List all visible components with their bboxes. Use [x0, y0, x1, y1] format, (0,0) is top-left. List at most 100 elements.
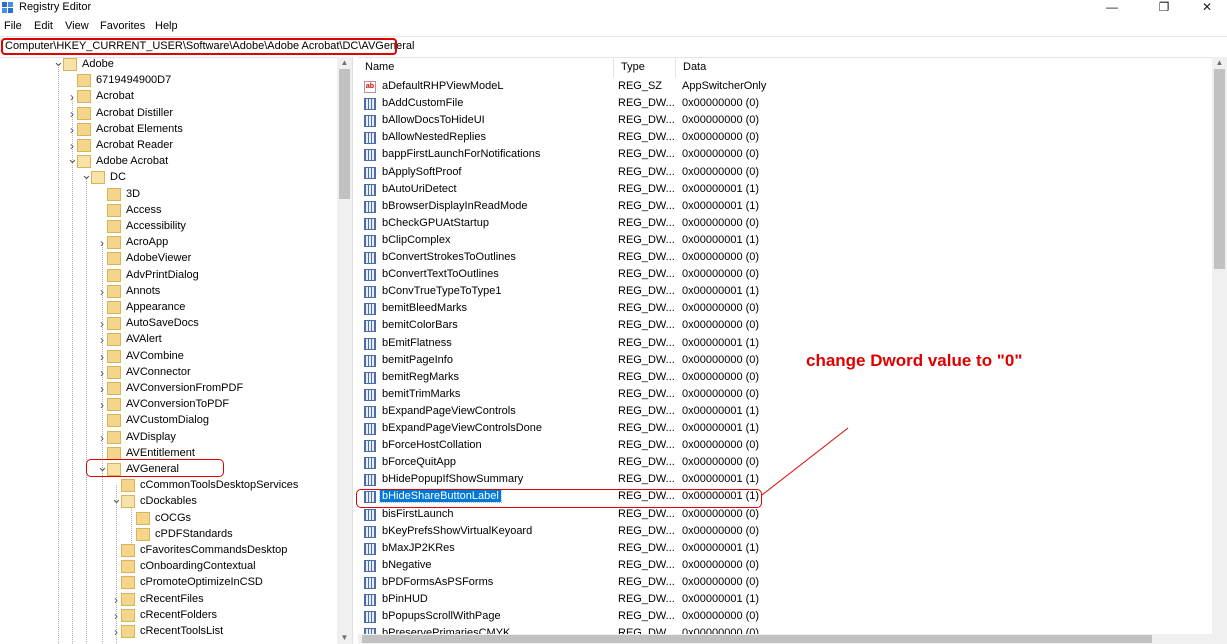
- tree-item[interactable]: › AVCombine: [0, 349, 337, 365]
- value-row[interactable]: bemitBleedMarks REG_DW... 0x00000000 (0): [358, 301, 1212, 318]
- column-header-data[interactable]: Data: [676, 57, 1212, 78]
- chevron-down-icon[interactable]: ⌄: [53, 57, 64, 71]
- tree-item[interactable]: Accessibility: [0, 219, 337, 235]
- tree-item[interactable]: AdvPrintDialog: [0, 268, 337, 284]
- column-header-type[interactable]: Type: [614, 57, 676, 78]
- menu-view[interactable]: View: [65, 20, 89, 32]
- tree-item[interactable]: AdobeViewer: [0, 251, 337, 267]
- tree-item[interactable]: AVCustomDialog: [0, 413, 337, 429]
- tree-item[interactable]: › cRecentToolsList: [0, 624, 337, 640]
- key-tree[interactable]: ⌄ Adobe 6719494900D7 › Acrobat › Acrobat Disti…: [0, 57, 352, 644]
- value-row[interactable]: bappFirstLaunchForNotifications REG_DW...…: [358, 147, 1212, 164]
- value-row[interactable]: bMaxJP2KRes REG_DW... 0x00000001 (1): [358, 541, 1212, 558]
- chevron-right-icon[interactable]: ›: [67, 108, 77, 120]
- value-row[interactable]: bConvertStrokesToOutlines REG_DW... 0x0000…: [358, 250, 1212, 267]
- tree-item[interactable]: ⌄ cDockables: [0, 492, 337, 510]
- value-row[interactable]: bAllowDocsToHideUI REG_DW... 0x00000000 (0…: [358, 113, 1212, 130]
- tree-item[interactable]: › Acrobat Reader: [0, 138, 337, 154]
- chevron-right-icon[interactable]: ›: [97, 351, 107, 363]
- menu-file[interactable]: File: [4, 20, 22, 32]
- values-scroll-thumb[interactable]: [1214, 69, 1225, 269]
- tree-item[interactable]: › Acrobat Elements: [0, 122, 337, 138]
- value-row[interactable]: bemitRegMarks REG_DW... 0x00000000 (0): [358, 370, 1212, 387]
- tree-item[interactable]: › AVConversionToPDF: [0, 397, 337, 413]
- tree-item[interactable]: › AVConnector: [0, 365, 337, 381]
- chevron-down-icon[interactable]: ⌄: [67, 152, 78, 168]
- tree-item[interactable]: cFavoritesCommandsDesktop: [0, 543, 337, 559]
- chevron-right-icon[interactable]: ›: [97, 286, 107, 298]
- value-row[interactable]: ab aDefaultRHPViewModeL REG_SZ AppSwitcherO…: [358, 79, 1212, 96]
- value-row[interactable]: bApplySoftProof REG_DW... 0x00000000 (0): [358, 165, 1212, 182]
- tree-item[interactable]: Access: [0, 203, 337, 219]
- chevron-right-icon[interactable]: ›: [111, 594, 121, 606]
- value-row[interactable]: bemitTrimMarks REG_DW... 0x00000000 (0): [358, 387, 1212, 404]
- value-row[interactable]: bemitPageInfo REG_DW... 0x00000000 (0): [358, 353, 1212, 370]
- tree-item[interactable]: › AcroApp: [0, 235, 337, 251]
- value-row[interactable]: bClipComplex REG_DW... 0x00000001 (1): [358, 233, 1212, 250]
- tree-scrollbar[interactable]: ▲ ▼: [337, 57, 352, 644]
- chevron-right-icon[interactable]: ›: [97, 399, 107, 411]
- tree-item[interactable]: ⌄ Adobe: [0, 57, 337, 73]
- value-row[interactable]: bAutoUriDetect REG_DW... 0x00000001 (1): [358, 182, 1212, 199]
- value-row[interactable]: bConvTrueTypeToType1 REG_DW... 0x00000001 …: [358, 284, 1212, 301]
- menu-edit[interactable]: Edit: [34, 20, 53, 32]
- values-scrollbar[interactable]: ▲: [1212, 57, 1227, 644]
- menu-help[interactable]: Help: [155, 20, 178, 32]
- chevron-right-icon[interactable]: ›: [97, 367, 107, 379]
- horizontal-scrollbar[interactable]: [358, 634, 1212, 644]
- tree-item[interactable]: › Acrobat: [0, 89, 337, 105]
- value-row[interactable]: bExpandPageViewControls REG_DW... 0x000000…: [358, 404, 1212, 421]
- tree-item[interactable]: › cRecentFiles: [0, 592, 337, 608]
- tree-item[interactable]: cPromoteOptimizeInCSD: [0, 575, 337, 591]
- value-row[interactable]: bConvertTextToOutlines REG_DW... 0x0000000…: [358, 267, 1212, 284]
- value-row[interactable]: bKeyPrefsShowVirtualKeyoard REG_DW... 0x00…: [358, 524, 1212, 541]
- horizontal-scroll-thumb[interactable]: [362, 635, 1152, 643]
- maximize-button[interactable]: ❐: [1144, 0, 1184, 17]
- chevron-right-icon[interactable]: ›: [97, 383, 107, 395]
- value-row[interactable]: bPDFormsAsPSForms REG_DW... 0x00000000 (0): [358, 575, 1212, 592]
- chevron-down-icon[interactable]: ⌄: [81, 168, 92, 184]
- value-row[interactable]: bEmitFlatness REG_DW... 0x00000001 (1): [358, 336, 1212, 353]
- values-list[interactable]: Name Type Data ab aDefaultRHPViewModeL REG…: [358, 57, 1212, 644]
- tree-item[interactable]: ⌄ Adobe Acrobat: [0, 152, 337, 170]
- value-row[interactable]: bNegative REG_DW... 0x00000000 (0): [358, 558, 1212, 575]
- scroll-up-icon[interactable]: ▲: [337, 57, 352, 69]
- column-header-name[interactable]: Name: [358, 57, 614, 78]
- chevron-right-icon[interactable]: ›: [67, 91, 77, 103]
- tree-item[interactable]: › AVConversionFromPDF: [0, 381, 337, 397]
- tree-item[interactable]: 6719494900D7: [0, 73, 337, 89]
- chevron-right-icon[interactable]: ›: [97, 318, 107, 330]
- value-row[interactable]: bPopupsScrollWithPage REG_DW... 0x00000000…: [358, 609, 1212, 626]
- tree-item[interactable]: Appearance: [0, 300, 337, 316]
- tree-item[interactable]: › Annots: [0, 284, 337, 300]
- tree-item[interactable]: › Acrobat Distiller: [0, 106, 337, 122]
- value-row[interactable]: bAddCustomFile REG_DW... 0x00000000 (0): [358, 96, 1212, 113]
- chevron-down-icon[interactable]: ⌄: [111, 492, 122, 508]
- chevron-right-icon[interactable]: ›: [67, 124, 77, 136]
- tree-item[interactable]: ⌄ DC: [0, 168, 337, 186]
- chevron-right-icon[interactable]: ›: [67, 140, 77, 152]
- value-row[interactable]: bPinHUD REG_DW... 0x00000001 (1): [358, 592, 1212, 609]
- tree-item[interactable]: cOCGs: [0, 511, 337, 527]
- value-row[interactable]: bisFirstLaunch REG_DW... 0x00000000 (0): [358, 507, 1212, 524]
- value-row[interactable]: bemitColorBars REG_DW... 0x00000000 (0): [358, 318, 1212, 335]
- menu-favorites[interactable]: Favorites: [100, 20, 145, 32]
- tree-item[interactable]: cOnboardingContextual: [0, 559, 337, 575]
- scroll-down-icon[interactable]: ▼: [337, 632, 352, 644]
- tree-item[interactable]: cPDFStandards: [0, 527, 337, 543]
- tree-item[interactable]: › AutoSaveDocs: [0, 316, 337, 332]
- chevron-right-icon[interactable]: ›: [111, 626, 121, 638]
- chevron-right-icon[interactable]: ›: [97, 432, 107, 444]
- chevron-right-icon[interactable]: ›: [111, 610, 121, 622]
- chevron-right-icon[interactable]: ›: [97, 237, 107, 249]
- tree-scroll-thumb[interactable]: [339, 69, 350, 199]
- close-button[interactable]: ✕: [1187, 0, 1227, 17]
- value-row[interactable]: bCheckGPUAtStartup REG_DW... 0x00000000 (0…: [358, 216, 1212, 233]
- tree-item[interactable]: cCommonToolsDesktopServices: [0, 478, 337, 494]
- tree-item[interactable]: 3D: [0, 187, 337, 203]
- minimize-button[interactable]: —: [1092, 0, 1132, 17]
- tree-item[interactable]: › AVDisplay: [0, 430, 337, 446]
- scroll-up-icon[interactable]: ▲: [1212, 57, 1227, 69]
- chevron-right-icon[interactable]: ›: [97, 334, 107, 346]
- value-row[interactable]: bAllowNestedReplies REG_DW... 0x00000000 (…: [358, 130, 1212, 147]
